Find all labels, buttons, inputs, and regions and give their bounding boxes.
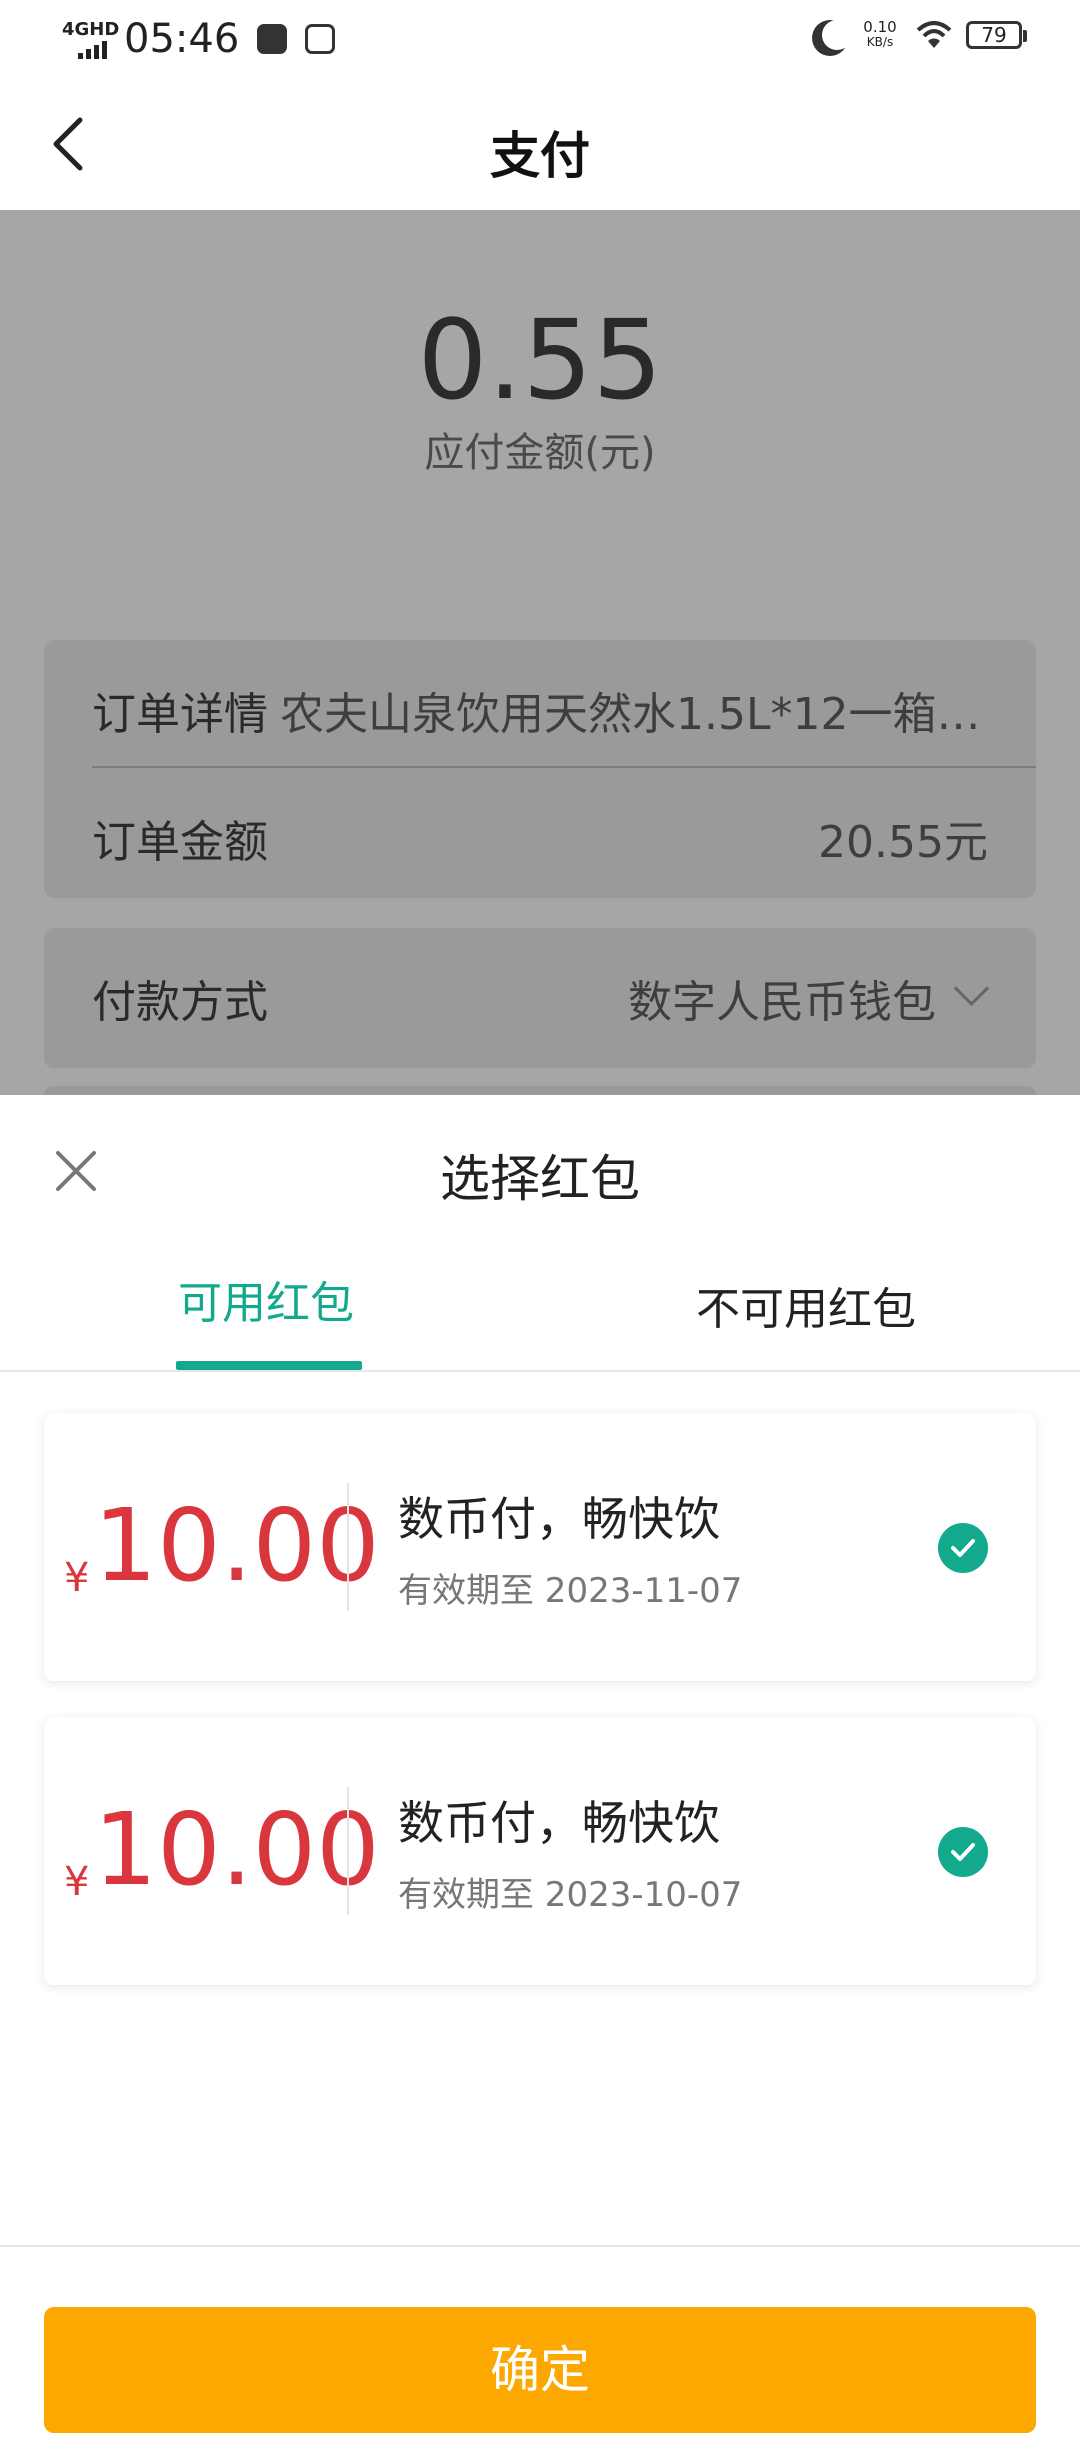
payment-page-overlay[interactable]: 0.55 应付金额(元) 订单详情 农夫山泉饮用天然水1.5L*12一箱… 订单… (0, 210, 1080, 1095)
coupon-name: 数币付，畅快饮 (398, 1796, 720, 1850)
sheet-title: 选择红包 (440, 1150, 640, 1208)
network-speed: 0.10 KB/s (858, 20, 902, 50)
order-amount-value: 20.55元 (818, 817, 988, 868)
status-right: 0.10 KB/s 79 (814, 20, 1027, 50)
coupon-card[interactable]: ¥10.00 数币付，畅快饮 有效期至 2023-10-07 (44, 1717, 1036, 1985)
next-card-peek (44, 1086, 1036, 1095)
notification-wallet-icon (305, 24, 336, 54)
coupon-divider (347, 1787, 349, 1915)
confirm-button[interactable]: 确定 (44, 2307, 1036, 2433)
coupon-card[interactable]: ¥10.00 数币付，畅快饮 有效期至 2023-11-07 (44, 1413, 1036, 1681)
coupon-sheet: 选择红包 可用红包 不可用红包 ¥10.00 数币付，畅快饮 有效期至 2023… (0, 1095, 1080, 2460)
currency-symbol: ¥ (64, 1555, 90, 1601)
status-bar: 4GHD 05:46 0.10 KB/s 79 (0, 0, 1080, 82)
coupon-amount: ¥10.00 (64, 1491, 384, 1602)
network-type: 4GHD (62, 19, 120, 40)
footer-divider (0, 2245, 1080, 2247)
coupon-divider (347, 1483, 349, 1611)
order-detail-row[interactable]: 订单详情 农夫山泉饮用天然水1.5L*12一箱… (44, 640, 1036, 768)
notification-app-icon (257, 24, 288, 54)
battery-icon: 79 (966, 21, 1027, 49)
coupon-value: 10.00 (93, 1791, 380, 1908)
nav-bar: 支付 (0, 82, 1080, 210)
order-info-card: 订单详情 农夫山泉饮用天然水1.5L*12一箱… 订单金额 20.55元 (44, 640, 1036, 898)
check-circle-icon[interactable] (938, 1523, 988, 1573)
coupon-name: 数币付，畅快饮 (398, 1492, 720, 1546)
status-time: 05:46 (124, 16, 240, 62)
status-left: 4GHD 05:46 (62, 16, 336, 62)
pay-method-value: 数字人民币钱包 (628, 977, 936, 1028)
tab-unavailable[interactable]: 不可用红包 (696, 1273, 916, 1337)
coupon-amount: ¥10.00 (64, 1795, 384, 1906)
wifi-icon (916, 21, 952, 48)
battery-level: 79 (981, 23, 1007, 47)
network-speed-value: 0.10 (863, 18, 897, 36)
coupon-value: 10.00 (93, 1487, 380, 1604)
pay-method-row[interactable]: 付款方式 数字人民币钱包 (44, 928, 1036, 1056)
pay-method-label: 付款方式 (92, 977, 268, 1028)
check-circle-icon[interactable] (938, 1827, 988, 1877)
order-amount-row: 订单金额 20.55元 (44, 768, 1036, 896)
coupon-expiry: 有效期至 2023-11-07 (398, 1571, 743, 1611)
network-speed-unit: KB/s (866, 35, 894, 49)
order-detail-value: 农夫山泉饮用天然水1.5L*12一箱… (280, 689, 981, 740)
order-amount-label: 订单金额 (92, 817, 268, 868)
payable-amount: 0.55 (417, 296, 663, 424)
chevron-down-icon (953, 970, 990, 1007)
payable-amount-label: 应付金额(元) (424, 430, 656, 476)
tab-available[interactable]: 可用红包 (178, 1267, 354, 1331)
currency-symbol: ¥ (64, 1859, 90, 1905)
do-not-disturb-icon (822, 20, 852, 50)
coupon-expiry: 有效期至 2023-10-07 (398, 1875, 743, 1915)
order-detail-label: 订单详情 (92, 689, 268, 740)
active-tab-indicator (176, 1361, 362, 1370)
page-title: 支付 (490, 127, 590, 185)
signal-icon: 4GHD (62, 19, 119, 59)
coupon-tabs: 可用红包 不可用红包 (0, 1245, 1080, 1372)
pay-method-card[interactable]: 付款方式 数字人民币钱包 (44, 928, 1036, 1068)
